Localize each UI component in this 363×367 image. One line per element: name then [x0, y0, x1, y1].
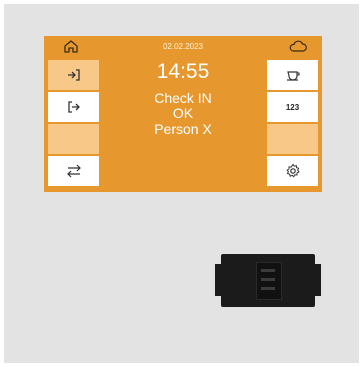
date-display: 02.02.2023: [162, 42, 204, 51]
empty-button-right[interactable]: [267, 124, 318, 154]
keypad-button[interactable]: 123: [267, 92, 318, 122]
settings-button[interactable]: [267, 156, 318, 186]
cloud-icon[interactable]: [289, 40, 307, 52]
reader-slot: [256, 262, 282, 300]
reader-mount-right: [313, 264, 321, 296]
top-bar: 02.02.2023: [44, 36, 322, 56]
terminal-panel: 02.02.2023 14:55 Check IN OK Person X 12…: [4, 4, 359, 363]
gear-icon: [285, 163, 300, 178]
break-button[interactable]: [267, 60, 318, 90]
card-reader: [215, 254, 321, 307]
transfer-button[interactable]: [48, 156, 99, 186]
reader-mount-left: [215, 264, 223, 296]
coffee-cup-icon: [286, 71, 300, 81]
numeric-keypad-icon: 123: [285, 102, 300, 112]
display-screen: 02.02.2023 14:55 Check IN OK Person X 12…: [44, 36, 322, 192]
swap-arrows-icon: [66, 164, 81, 178]
